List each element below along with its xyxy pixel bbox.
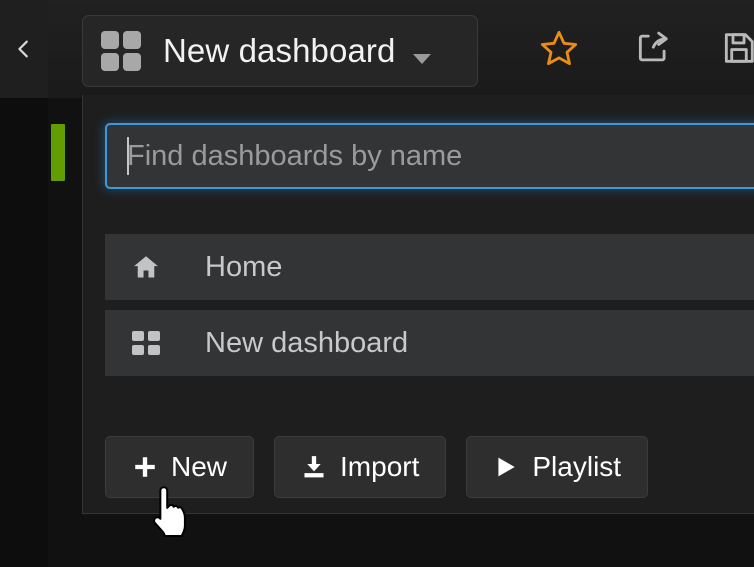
playlist-button[interactable]: Playlist <box>466 436 649 498</box>
search-input[interactable] <box>105 123 754 189</box>
star-icon <box>540 30 578 66</box>
home-icon <box>129 253 163 281</box>
active-marker-bar <box>51 124 65 181</box>
dashboard-picker-label: New dashboard <box>163 32 396 69</box>
text-caret <box>127 137 129 175</box>
dashboard-picker-button[interactable]: New dashboard <box>82 15 478 87</box>
playlist-label: Playlist <box>532 451 622 482</box>
share-icon <box>638 31 668 62</box>
import-dashboard-label: Import <box>340 451 420 482</box>
dashboard-grid-icon <box>101 31 141 71</box>
search-field-wrapper <box>105 123 754 189</box>
download-import-icon <box>304 456 324 478</box>
sidebar-back-button[interactable] <box>0 0 48 98</box>
search-results-list: Home New dashboard <box>105 234 754 376</box>
import-dashboard-button[interactable]: Import <box>274 436 447 498</box>
list-item-home[interactable]: Home <box>105 234 754 300</box>
share-dashboard-button[interactable] <box>632 27 674 69</box>
chevron-down-icon <box>413 54 432 64</box>
list-item-label: Home <box>205 250 283 283</box>
dropdown-action-buttons: New Import Playlist <box>105 436 649 498</box>
save-dashboard-button[interactable] <box>718 27 754 69</box>
app-root: New dashboard Find dashboards by name Ho… <box>0 0 754 567</box>
mark-as-favorite-button[interactable] <box>538 27 580 69</box>
plus-icon <box>135 457 155 477</box>
list-item-label: New dashboard <box>205 326 409 359</box>
floppy-disk-save-icon <box>724 33 754 63</box>
list-item-new-dashboard[interactable]: New dashboard <box>105 310 754 376</box>
dashboard-search-dropdown: Home New dashboard New <box>82 95 754 514</box>
dashboard-grid-icon <box>129 331 163 355</box>
left-sidebar <box>0 0 48 567</box>
chevron-left-icon <box>18 40 28 58</box>
play-triangle-icon <box>498 457 516 477</box>
new-dashboard-button[interactable]: New <box>105 436 255 498</box>
new-dashboard-label: New <box>171 451 228 482</box>
